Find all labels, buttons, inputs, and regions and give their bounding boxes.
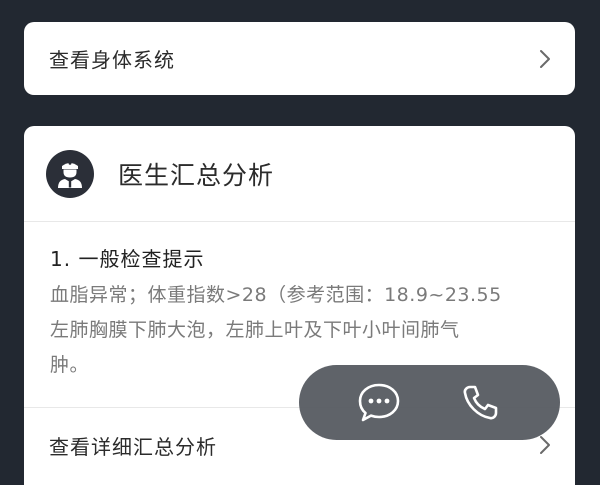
doctor-summary-header: 医生汇总分析	[24, 126, 575, 222]
phone-icon	[463, 385, 498, 419]
doctor-icon	[46, 149, 94, 198]
chevron-right-icon	[537, 434, 553, 456]
screen: 查看身体系统 医生汇总分析 1. 一般检查提示 血脂异常；体重指数>28（参考范…	[0, 0, 600, 485]
detail-summary-link-label: 查看详细汇总分析	[49, 434, 217, 459]
doctor-summary-title: 医生汇总分析	[118, 160, 275, 190]
section-title: 1. 一般检查提示	[50, 247, 205, 271]
chat-bubble-icon	[358, 383, 400, 421]
body-system-link-label: 查看身体系统	[49, 48, 175, 72]
body-system-link[interactable]: 查看身体系统	[24, 22, 575, 95]
chevron-right-icon	[537, 48, 553, 70]
phone-button[interactable]	[456, 379, 504, 427]
chat-button[interactable]	[355, 379, 403, 427]
floating-action-bar	[299, 365, 560, 440]
